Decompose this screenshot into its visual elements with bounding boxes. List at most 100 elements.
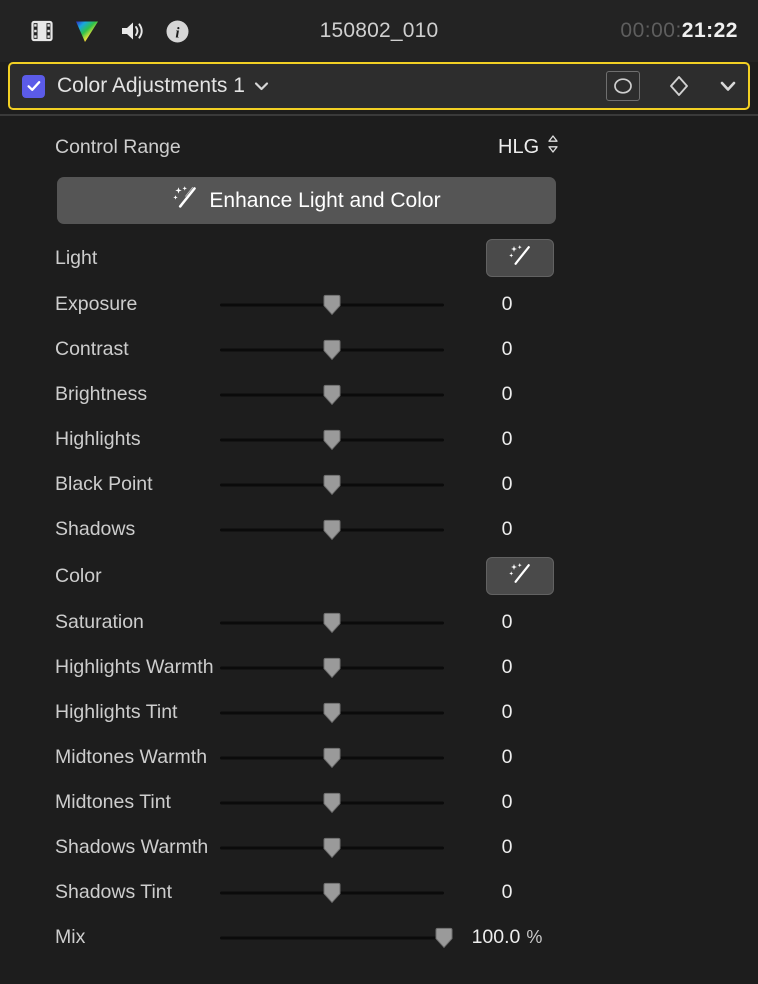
parameter-slider[interactable]: [212, 462, 452, 507]
slider-knob[interactable]: [321, 791, 343, 815]
film-strip-icon[interactable]: [28, 17, 56, 45]
parameter-value[interactable]: 0: [452, 656, 562, 679]
enhance-button-label: Enhance Light and Color: [209, 188, 441, 212]
parameter-value[interactable]: 0: [452, 293, 562, 316]
parameter-label: Contrast: [55, 338, 129, 360]
magic-wand-icon: [508, 562, 532, 591]
parameter-slider[interactable]: [212, 870, 452, 915]
parameter-label: Shadows Warmth: [55, 836, 209, 858]
audio-speaker-icon[interactable]: [118, 17, 146, 45]
slider-knob[interactable]: [321, 383, 343, 407]
parameter-slider[interactable]: [212, 372, 452, 417]
slider-knob[interactable]: [321, 701, 343, 725]
parameter-label: Highlights: [55, 428, 141, 450]
parameter-label: Highlights Warmth: [55, 656, 214, 678]
slider-knob[interactable]: [321, 428, 343, 452]
effect-preset-chevron-down-icon[interactable]: [253, 80, 270, 92]
parameter-row: Shadows Tint 0: [0, 870, 758, 915]
parameter-slider[interactable]: [212, 645, 452, 690]
parameter-slider[interactable]: [212, 735, 452, 780]
slider-knob[interactable]: [433, 926, 455, 950]
parameter-slider[interactable]: [212, 417, 452, 462]
parameter-value[interactable]: 0: [452, 836, 562, 859]
parameter-value[interactable]: 0: [452, 881, 562, 904]
parameter-row: Midtones Tint 0: [0, 780, 758, 825]
parameter-label: Highlights Tint: [55, 701, 178, 723]
slider-knob[interactable]: [321, 836, 343, 860]
parameter-label: Saturation: [55, 611, 144, 633]
light-section-header: Light: [0, 234, 758, 282]
enhance-button-container: Enhance Light and Color: [0, 170, 758, 234]
control-range-value: HLG: [498, 135, 540, 158]
parameter-slider[interactable]: [212, 600, 452, 645]
slider-knob[interactable]: [321, 473, 343, 497]
parameter-slider[interactable]: [212, 780, 452, 825]
effect-collapse-chevron-down-icon[interactable]: [718, 79, 738, 93]
parameter-value[interactable]: 0: [452, 473, 562, 496]
parameter-slider[interactable]: [212, 327, 452, 372]
parameter-value[interactable]: 100.0%: [452, 926, 562, 949]
parameter-value[interactable]: 0: [452, 701, 562, 724]
timecode-hours-minutes: 00:00:: [620, 19, 682, 42]
parameter-list: Control Range HLG Enhance Light and Colo…: [0, 116, 758, 960]
parameter-label: Brightness: [55, 383, 148, 405]
control-range-label: Control Range: [55, 135, 181, 158]
effect-header-controls: [606, 64, 738, 108]
parameter-label: Shadows Tint: [55, 881, 173, 903]
mix-parameter: Mix 100.0%: [0, 915, 758, 960]
timecode-seconds-frames: 21:22: [681, 19, 738, 42]
parameter-row: Highlights Warmth 0: [0, 645, 758, 690]
slider-knob[interactable]: [321, 611, 343, 635]
control-range-row: Control Range HLG: [0, 124, 758, 170]
parameter-slider[interactable]: [212, 690, 452, 735]
inspector-tab-icons: i: [28, 17, 191, 45]
enhance-light-and-color-button[interactable]: Enhance Light and Color: [57, 177, 556, 224]
slider-knob[interactable]: [321, 293, 343, 317]
slider-track[interactable]: [220, 936, 444, 939]
control-range-popup[interactable]: HLG: [498, 134, 559, 160]
magic-wand-icon: [172, 185, 198, 217]
parameter-slider[interactable]: [212, 915, 455, 960]
parameter-label: Midtones Tint: [55, 791, 171, 813]
parameter-row: Brightness 0: [0, 372, 758, 417]
parameter-label: Black Point: [55, 473, 153, 495]
color-parameters: Saturation 0 Highlights Warmth 0 Highlights …: [0, 600, 758, 915]
slider-knob[interactable]: [321, 338, 343, 362]
light-auto-enhance-button[interactable]: [486, 239, 554, 277]
parameter-slider[interactable]: [212, 507, 452, 552]
effect-enable-checkbox[interactable]: [22, 74, 45, 98]
parameter-value[interactable]: 0: [452, 338, 562, 361]
keyframe-diamond-icon[interactable]: [668, 74, 690, 98]
parameter-row: Exposure 0: [0, 282, 758, 327]
parameter-value[interactable]: 0: [452, 611, 562, 634]
parameter-label: Exposure: [55, 293, 138, 315]
parameter-label: Mix: [55, 926, 86, 948]
parameter-row: Shadows Warmth 0: [0, 825, 758, 870]
parameter-value[interactable]: 0: [452, 428, 562, 451]
color-section-header: Color: [0, 552, 758, 600]
effect-header-bar[interactable]: Color Adjustments 1: [8, 62, 750, 110]
color-inspector-icon[interactable]: [73, 17, 101, 45]
slider-knob[interactable]: [321, 746, 343, 770]
stepper-up-down-icon[interactable]: [547, 134, 559, 160]
slider-knob[interactable]: [321, 518, 343, 542]
parameter-slider[interactable]: [212, 825, 452, 870]
parameter-value[interactable]: 0: [452, 518, 562, 541]
slider-knob[interactable]: [321, 881, 343, 905]
color-adjustments-inspector: i 150802_010 00:00:21:22 Color Adjustmen…: [0, 0, 758, 984]
parameter-value[interactable]: 0: [452, 746, 562, 769]
timecode-display: 00:00:21:22: [620, 19, 738, 43]
parameter-slider[interactable]: [212, 282, 452, 327]
parameter-row: Saturation 0: [0, 600, 758, 645]
parameter-value[interactable]: 0: [452, 383, 562, 406]
info-icon[interactable]: i: [163, 17, 191, 45]
shape-mask-icon[interactable]: [606, 71, 640, 101]
parameter-row: Midtones Warmth 0: [0, 735, 758, 780]
parameter-row: Highlights Tint 0: [0, 690, 758, 735]
color-auto-enhance-button[interactable]: [486, 557, 554, 595]
inspector-toolbar: i 150802_010 00:00:21:22: [0, 0, 758, 62]
color-section-label: Color: [55, 564, 102, 587]
magic-wand-icon: [508, 244, 532, 273]
parameter-value[interactable]: 0: [452, 791, 562, 814]
slider-knob[interactable]: [321, 656, 343, 680]
